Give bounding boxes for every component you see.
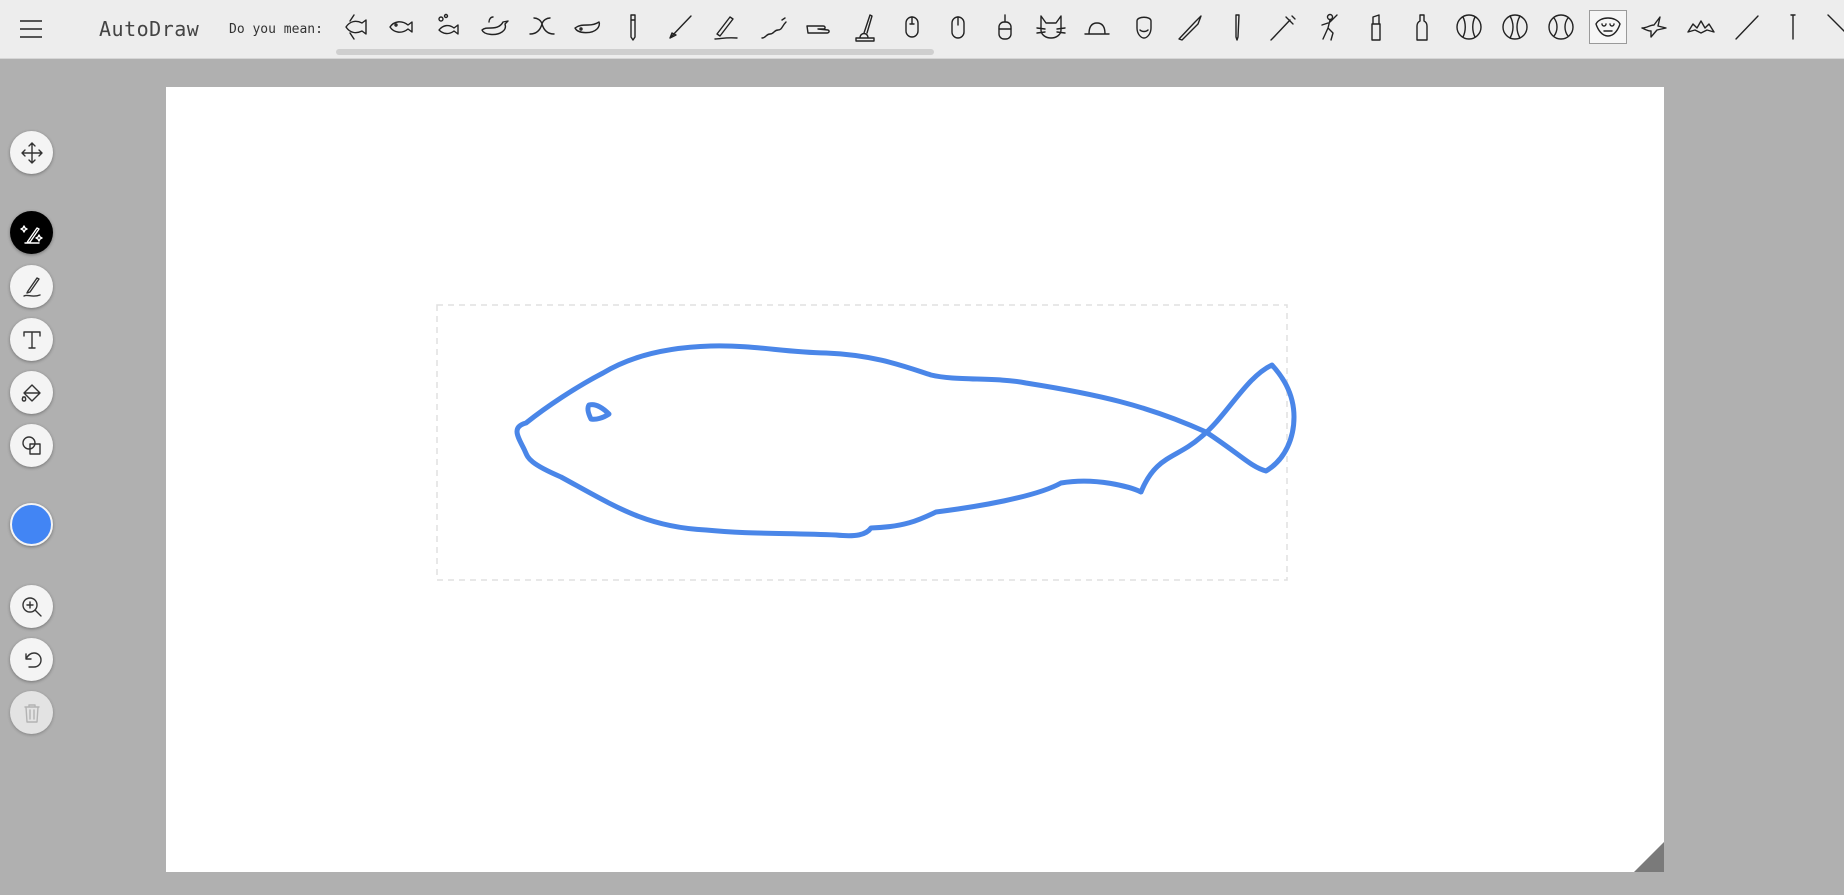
baseball-player-icon — [1321, 13, 1339, 41]
suggestion-item[interactable] — [800, 10, 838, 44]
suggestion-item[interactable] — [1774, 10, 1812, 44]
top-bar: AutoDraw Do you mean: — [0, 0, 1844, 59]
suggestion-item[interactable] — [1635, 10, 1673, 44]
fill-tool-button[interactable] — [10, 371, 53, 414]
pen-icon — [1234, 14, 1240, 41]
ball-icon — [1502, 14, 1528, 40]
suggestion-item[interactable] — [1264, 10, 1302, 44]
knife-icon — [1178, 15, 1202, 41]
suggestion-item[interactable] — [1821, 10, 1844, 44]
suggestion-item[interactable] — [1218, 10, 1256, 44]
fish-drawing — [514, 343, 1297, 539]
line-diagonal-icon — [1827, 14, 1844, 33]
shapes-icon — [21, 435, 41, 455]
drawing-layer — [436, 304, 1297, 581]
suggestion-item[interactable] — [1496, 10, 1534, 44]
bottle-icon — [1416, 14, 1428, 41]
suggestion-item[interactable] — [1450, 10, 1488, 44]
draw-tool-button[interactable] — [10, 265, 53, 308]
fish-icon — [389, 21, 414, 33]
baseball-icon — [1455, 14, 1482, 40]
whale-icon — [574, 21, 601, 34]
mouse-icon — [905, 16, 919, 38]
suggestions-label: Do you mean: — [229, 22, 323, 37]
snake-icon — [760, 17, 787, 39]
bat-icon — [1686, 20, 1715, 34]
suggestion-item[interactable] — [939, 10, 977, 44]
autodraw-tool-button[interactable] — [10, 211, 53, 254]
lipstick-icon — [1371, 14, 1381, 41]
suggestion-item[interactable] — [1682, 10, 1720, 44]
suggestion-item[interactable] — [1357, 10, 1395, 44]
hat-icon — [1084, 22, 1111, 35]
angelfish-icon — [345, 14, 367, 40]
suggestion-item[interactable] — [568, 10, 606, 44]
suggestions-scrollbar[interactable] — [336, 49, 934, 55]
type-tool-button[interactable] — [10, 318, 53, 361]
pen-writing-icon — [714, 16, 738, 40]
face-beard-icon — [1136, 16, 1152, 39]
pencil-icon — [630, 14, 637, 41]
suggestions-strip — [336, 6, 1844, 54]
inkwell-pen-icon — [855, 14, 876, 42]
suggestion-item[interactable] — [614, 10, 652, 44]
color-picker-button[interactable] — [10, 503, 53, 546]
suggestion-item[interactable] — [846, 10, 884, 44]
suggestion-item[interactable] — [1171, 10, 1209, 44]
suggestion-item[interactable] — [1588, 10, 1627, 44]
softball-icon — [1548, 14, 1575, 40]
suggestion-item[interactable] — [1403, 10, 1441, 44]
suggestion-item[interactable] — [707, 10, 745, 44]
syringe-icon — [1270, 15, 1296, 41]
suggestion-item[interactable] — [754, 10, 792, 44]
text-t-icon — [22, 330, 41, 349]
zoom-in-icon — [21, 596, 42, 617]
app-title: AutoDraw — [99, 17, 200, 41]
pencil-draw-icon — [22, 276, 41, 297]
whale-spout-icon — [481, 16, 509, 36]
suggestion-item[interactable] — [1542, 10, 1580, 44]
trash-icon — [23, 703, 40, 723]
selection-box — [436, 304, 1288, 581]
shape-tool-button[interactable] — [10, 424, 53, 467]
fish-body-stroke — [514, 343, 1297, 539]
hamburger-menu-icon[interactable] — [18, 18, 44, 40]
suggestion-item[interactable] — [475, 10, 513, 44]
suggestion-item[interactable] — [1310, 10, 1348, 44]
move-arrows-icon — [20, 141, 43, 164]
paint-bucket-icon — [21, 383, 41, 402]
suggestion-item[interactable] — [1125, 10, 1163, 44]
suggestion-item[interactable] — [1728, 10, 1766, 44]
bird-icon — [1641, 16, 1667, 38]
delete-tool-button[interactable] — [10, 691, 53, 734]
suggestion-item[interactable] — [1032, 10, 1070, 44]
suggestion-item[interactable] — [1078, 10, 1116, 44]
face-mask-icon — [1595, 17, 1621, 37]
zoom-tool-button[interactable] — [10, 585, 53, 628]
suggestion-item[interactable] — [382, 10, 420, 44]
hand-icon — [806, 25, 830, 34]
suggestion-item[interactable] — [661, 10, 699, 44]
fish-eye-stroke — [585, 402, 612, 422]
move-tool-button[interactable] — [10, 131, 53, 174]
computer-mouse-icon — [951, 16, 965, 39]
undo-icon — [24, 651, 42, 668]
suggestion-item[interactable] — [986, 10, 1024, 44]
suggestion-item[interactable] — [429, 10, 467, 44]
stick-icon — [1790, 14, 1797, 40]
fish-bubbles-icon — [438, 13, 459, 35]
suggestion-item[interactable] — [336, 10, 374, 44]
suggestion-item[interactable] — [522, 10, 560, 44]
drawing-canvas[interactable] — [166, 87, 1664, 872]
wand-icon — [1735, 15, 1759, 40]
suggestion-item[interactable] — [893, 10, 931, 44]
line-stroke-icon — [669, 15, 692, 39]
whale-tail-icon — [528, 17, 555, 35]
cat-face-icon — [1036, 15, 1066, 39]
canvas-resize-handle[interactable] — [1634, 842, 1664, 872]
undo-tool-button[interactable] — [10, 638, 53, 681]
mouse-wired-icon — [997, 14, 1012, 40]
autodraw-sparkle-pen-icon — [19, 224, 43, 244]
